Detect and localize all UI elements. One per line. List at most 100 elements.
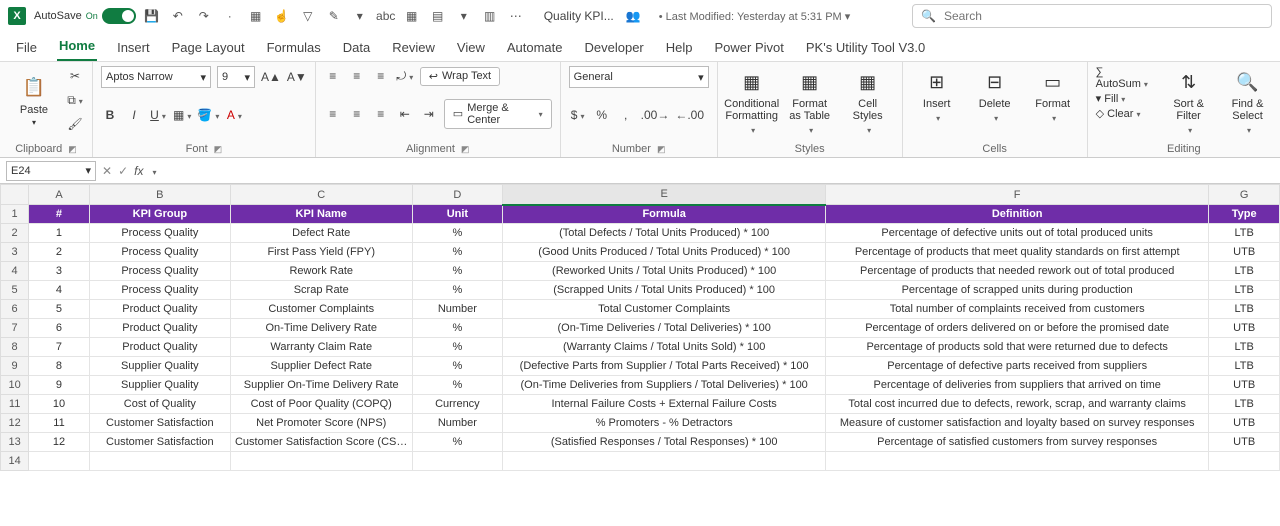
cell[interactable]: LTB <box>1209 357 1280 376</box>
cell[interactable]: KPI Name <box>230 205 412 224</box>
undo-icon[interactable]: ↶ <box>170 8 186 24</box>
cell[interactable]: UTB <box>1209 243 1280 262</box>
cell[interactable]: Percentage of deliveries from suppliers … <box>826 376 1209 395</box>
row-header[interactable]: 13 <box>1 433 29 452</box>
redo-icon[interactable]: ↷ <box>196 8 212 24</box>
increase-font-icon[interactable]: A▲ <box>261 67 281 87</box>
cell[interactable]: (Scrapped Units / Total Units Produced) … <box>503 281 826 300</box>
cell[interactable]: (Good Units Produced / Total Units Produ… <box>503 243 826 262</box>
row-header[interactable]: 4 <box>1 262 29 281</box>
row-header[interactable]: 8 <box>1 338 29 357</box>
cell[interactable]: Number <box>412 414 503 433</box>
cell[interactable]: % <box>412 376 503 395</box>
table-row[interactable]: 1110Cost of QualityCost of Poor Quality … <box>1 395 1280 414</box>
number-format-select[interactable]: General▾ <box>569 66 709 88</box>
align-middle-icon[interactable]: ≡ <box>348 66 366 86</box>
chevron-down-icon[interactable]: ▾ <box>85 164 91 177</box>
col-header[interactable]: A <box>29 185 90 205</box>
cell[interactable]: % <box>412 357 503 376</box>
more-icon[interactable]: ⋯ <box>508 8 524 24</box>
touch-icon[interactable]: ☝ <box>274 8 290 24</box>
cell[interactable]: Number <box>412 300 503 319</box>
cell[interactable]: Net Promoter Score (NPS) <box>230 414 412 433</box>
increase-indent-icon[interactable]: ⇥ <box>420 104 438 124</box>
row-header[interactable]: 2 <box>1 224 29 243</box>
cell[interactable]: Process Quality <box>89 243 230 262</box>
cell[interactable]: 3 <box>29 262 90 281</box>
cell[interactable]: Percentage of products that needed rewor… <box>826 262 1209 281</box>
chevron-down-icon[interactable] <box>149 164 156 178</box>
cell[interactable]: On-Time Delivery Rate <box>230 319 412 338</box>
cell[interactable]: LTB <box>1209 395 1280 414</box>
row-header[interactable]: 14 <box>1 452 29 471</box>
tab-automate[interactable]: Automate <box>505 36 565 61</box>
italic-button[interactable]: I <box>125 105 143 125</box>
align-top-icon[interactable]: ≡ <box>324 66 342 86</box>
table-row[interactable]: 109Supplier QualitySupplier On-Time Deli… <box>1 376 1280 395</box>
border-icon[interactable]: ▦ <box>173 105 191 125</box>
share-icon[interactable]: 👥 <box>626 9 641 23</box>
toggle-icon[interactable] <box>102 8 136 24</box>
cell[interactable]: Rework Rate <box>230 262 412 281</box>
format-cells-button[interactable]: ▭Format <box>1027 66 1079 126</box>
tab-data[interactable]: Data <box>341 36 372 61</box>
insert-cells-button[interactable]: ⊞Insert <box>911 66 963 126</box>
table-row[interactable]: 32Process QualityFirst Pass Yield (FPY)%… <box>1 243 1280 262</box>
table-row[interactable]: 1211Customer SatisfactionNet Promoter Sc… <box>1 414 1280 433</box>
delete-cells-button[interactable]: ⊟Delete <box>969 66 1021 126</box>
table-row[interactable]: 43Process QualityRework Rate%(Reworked U… <box>1 262 1280 281</box>
grid-icon[interactable]: ▦ <box>248 8 264 24</box>
align-center-icon[interactable]: ≡ <box>348 104 366 124</box>
row-header[interactable]: 12 <box>1 414 29 433</box>
align-left-icon[interactable]: ≡ <box>324 104 342 124</box>
cell[interactable]: LTB <box>1209 224 1280 243</box>
col-header[interactable]: C <box>230 185 412 205</box>
table-row[interactable]: 87Product QualityWarranty Claim Rate%(Wa… <box>1 338 1280 357</box>
enter-formula-icon[interactable]: ✓ <box>118 164 128 178</box>
col-header[interactable]: E <box>503 185 826 205</box>
cell[interactable]: % <box>412 319 503 338</box>
cell[interactable]: % <box>412 281 503 300</box>
cell[interactable]: % <box>412 224 503 243</box>
cell[interactable]: (Satisfied Responses / Total Responses) … <box>503 433 826 452</box>
tab-home[interactable]: Home <box>57 34 97 61</box>
cell[interactable]: Percentage of defective units out of tot… <box>826 224 1209 243</box>
cell[interactable]: Formula <box>503 205 826 224</box>
cell[interactable]: UTB <box>1209 319 1280 338</box>
row-header[interactable]: 5 <box>1 281 29 300</box>
table-row[interactable]: 54Process QualityScrap Rate%(Scrapped Un… <box>1 281 1280 300</box>
cell[interactable]: Total number of complaints received from… <box>826 300 1209 319</box>
chevron-down-icon[interactable]: ▾ <box>32 118 36 127</box>
cell[interactable]: (On-Time Deliveries / Total Deliveries) … <box>503 319 826 338</box>
cell[interactable]: Product Quality <box>89 300 230 319</box>
tab-power-pivot[interactable]: Power Pivot <box>713 36 786 61</box>
table-row[interactable]: 1312Customer SatisfactionCustomer Satisf… <box>1 433 1280 452</box>
dialog-launcher-icon[interactable]: ◩ <box>68 144 77 155</box>
cell[interactable]: (On-Time Deliveries from Suppliers / Tot… <box>503 376 826 395</box>
row-header[interactable]: 6 <box>1 300 29 319</box>
col-header[interactable]: F <box>826 185 1209 205</box>
cell[interactable]: % Promoters - % Detractors <box>503 414 826 433</box>
cell[interactable]: (Warranty Claims / Total Units Sold) * 1… <box>503 338 826 357</box>
cell[interactable] <box>230 452 412 471</box>
cell[interactable]: 8 <box>29 357 90 376</box>
col-header[interactable]: B <box>89 185 230 205</box>
cell[interactable] <box>503 452 826 471</box>
align-right-icon[interactable]: ≡ <box>372 104 390 124</box>
cell[interactable]: Supplier Defect Rate <box>230 357 412 376</box>
chevron-down-icon[interactable]: ▾ <box>456 8 472 24</box>
tab-view[interactable]: View <box>455 36 487 61</box>
select-all-corner[interactable] <box>1 185 29 205</box>
column-headers[interactable]: A B C D E F G <box>1 185 1280 205</box>
cell[interactable]: # <box>29 205 90 224</box>
cell[interactable]: Product Quality <box>89 338 230 357</box>
paint-icon[interactable]: ✎ <box>326 8 342 24</box>
cell[interactable]: Percentage of scrapped units during prod… <box>826 281 1209 300</box>
cell[interactable]: 12 <box>29 433 90 452</box>
cell[interactable]: 4 <box>29 281 90 300</box>
filter-icon[interactable]: ▽ <box>300 8 316 24</box>
table-row[interactable]: 76Product QualityOn-Time Delivery Rate%(… <box>1 319 1280 338</box>
cell[interactable]: First Pass Yield (FPY) <box>230 243 412 262</box>
table2-icon[interactable]: ▤ <box>430 8 446 24</box>
tab-page-layout[interactable]: Page Layout <box>170 36 247 61</box>
